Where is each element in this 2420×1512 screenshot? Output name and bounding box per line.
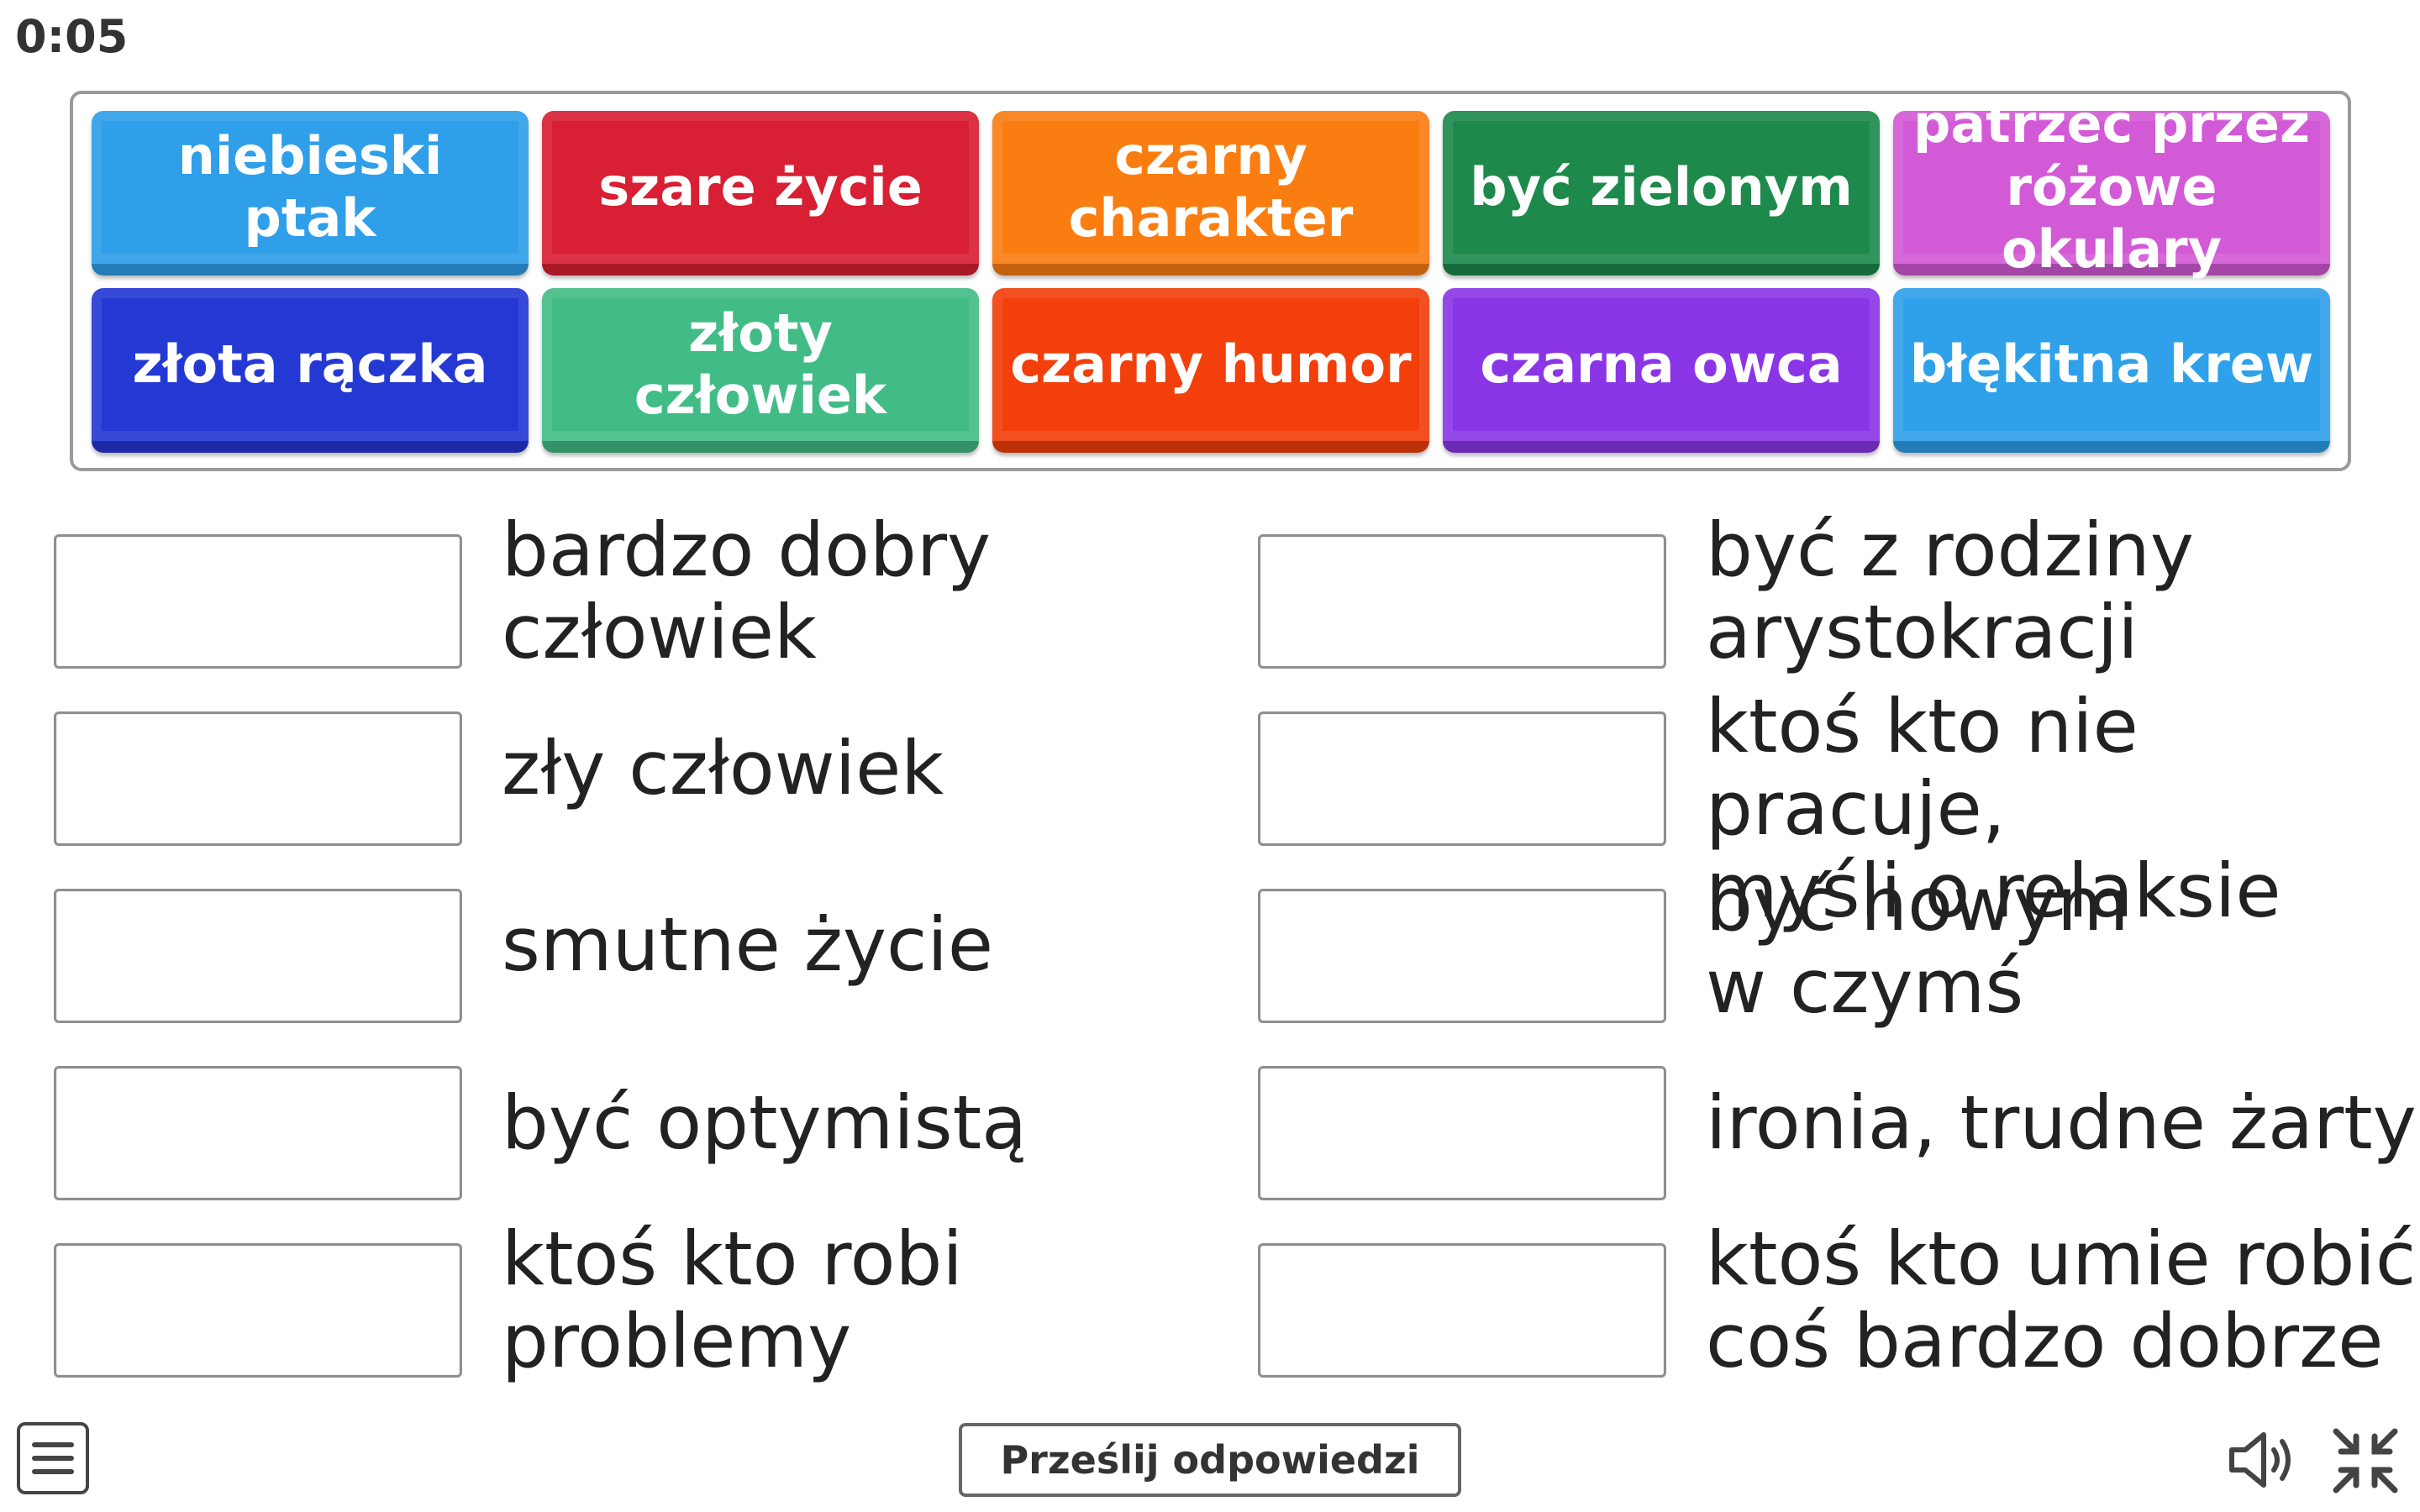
drop-slot[interactable] bbox=[54, 534, 462, 669]
sound-button[interactable] bbox=[2227, 1428, 2297, 1492]
submit-answers-button[interactable]: Prześlij odpowiedzi bbox=[959, 1423, 1461, 1497]
drop-slot[interactable] bbox=[1258, 711, 1666, 846]
exit-fullscreen-button[interactable] bbox=[2329, 1425, 2402, 1497]
quiz-stage: 0:05 niebieski ptak szare życie czarny c… bbox=[0, 0, 2420, 1512]
clue-text: ironia, trudne żarty bbox=[1706, 1079, 2417, 1166]
drop-slot[interactable] bbox=[54, 1066, 462, 1200]
tile-bank: niebieski ptak szare życie czarny charak… bbox=[70, 91, 2351, 471]
answer-tile[interactable]: być zielonym bbox=[1443, 111, 1880, 276]
answer-tile[interactable]: złota rączka bbox=[92, 288, 529, 453]
answer-tile[interactable]: złoty człowiek bbox=[542, 288, 979, 453]
drop-slot[interactable] bbox=[1258, 534, 1666, 669]
clue-text: zły człowiek bbox=[502, 725, 944, 811]
exit-fullscreen-icon bbox=[2333, 1428, 2398, 1494]
menu-icon bbox=[32, 1442, 74, 1447]
answer-tile[interactable]: błękitna krew bbox=[1893, 288, 2330, 453]
drop-slot[interactable] bbox=[1258, 1243, 1666, 1378]
answer-tile[interactable]: szare życie bbox=[542, 111, 979, 276]
clue-text: być optymistą bbox=[502, 1079, 1028, 1166]
clue-text: ktoś kto umie robić coś bardzo dobrze bbox=[1706, 1215, 2417, 1384]
answer-tile[interactable]: czarny humor bbox=[992, 288, 1429, 453]
clue-text: ktoś kto robi problemy bbox=[502, 1215, 963, 1384]
answer-tile[interactable]: czarny charakter bbox=[992, 111, 1429, 276]
speaker-icon bbox=[2229, 1432, 2291, 1488]
answer-tile[interactable]: czarna owca bbox=[1443, 288, 1880, 453]
drop-slot[interactable] bbox=[54, 711, 462, 846]
clue-text: smutne życie bbox=[502, 901, 993, 988]
drop-slot[interactable] bbox=[1258, 889, 1666, 1023]
drop-slot[interactable] bbox=[1258, 1066, 1666, 1200]
drop-slot[interactable] bbox=[54, 1243, 462, 1378]
clue-text: być z rodziny arystokracji bbox=[1706, 507, 2194, 675]
clue-text: być nowym w czymś bbox=[1706, 861, 2129, 1030]
menu-button[interactable] bbox=[17, 1422, 89, 1494]
clue-text: bardzo dobry człowiek bbox=[502, 507, 992, 675]
answer-tile[interactable]: patrzeć przez różowe okulary bbox=[1893, 93, 2330, 280]
answer-tile[interactable]: niebieski ptak bbox=[92, 111, 529, 276]
timer: 0:05 bbox=[15, 10, 129, 63]
drop-slot[interactable] bbox=[54, 889, 462, 1023]
